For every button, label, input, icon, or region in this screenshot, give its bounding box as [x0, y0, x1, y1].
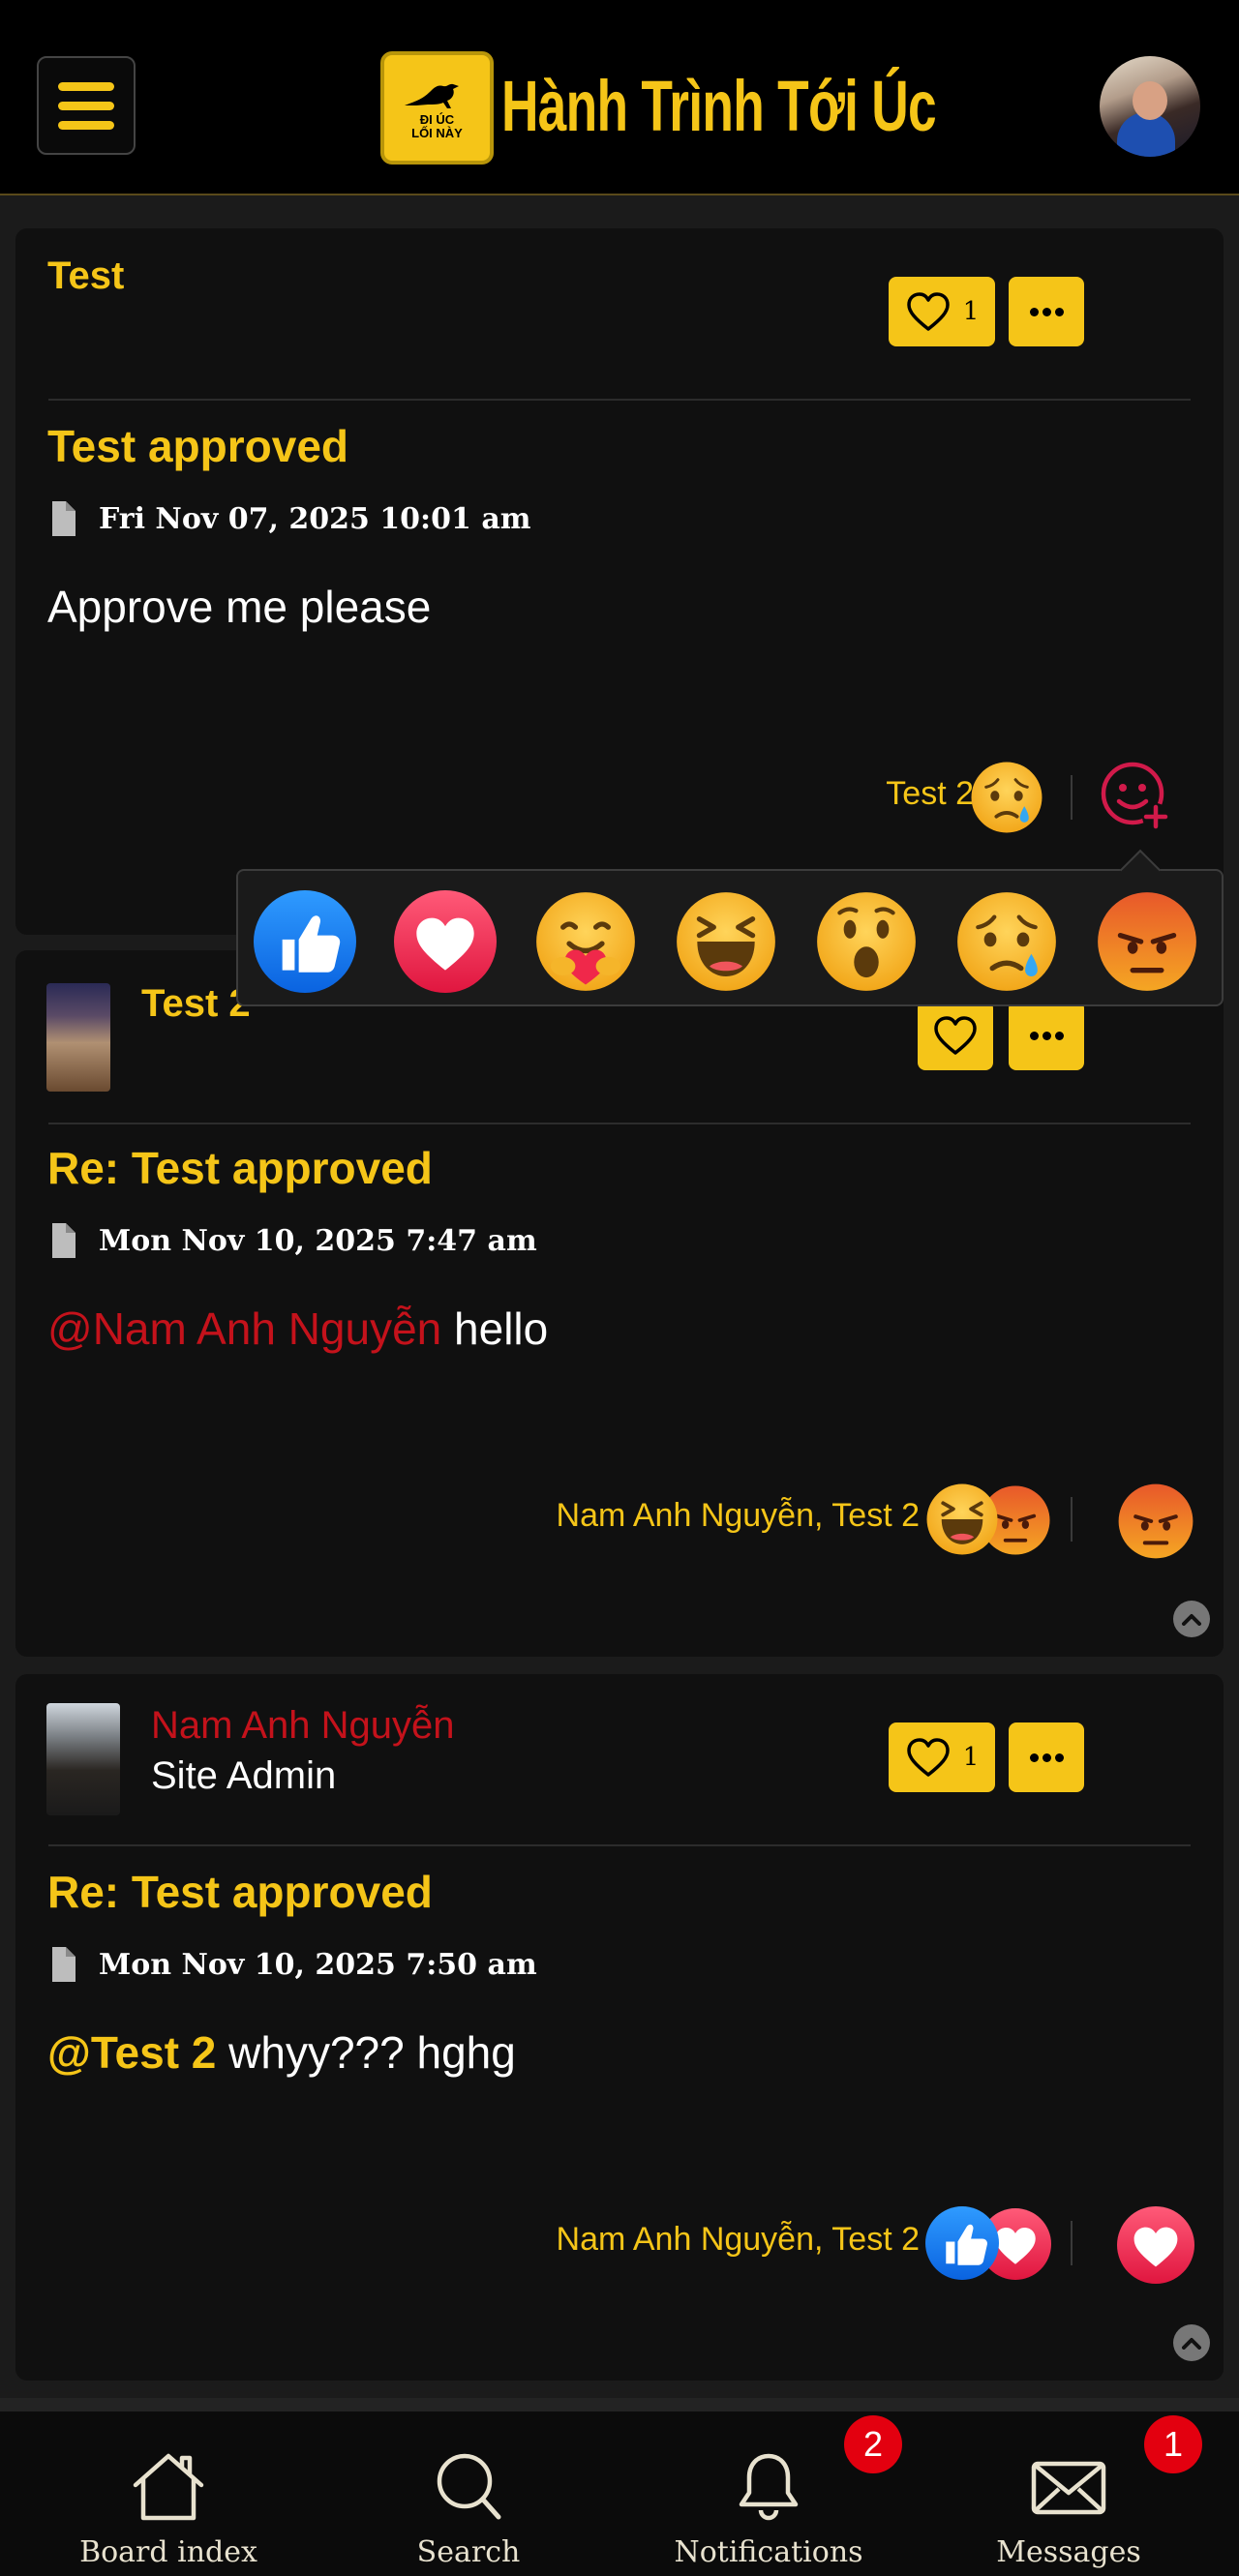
search-icon — [437, 2453, 501, 2520]
reaction-separator — [1071, 1497, 1073, 1542]
post-body-text: whyy??? hghg — [216, 2027, 516, 2078]
like-reaction-icon — [925, 2206, 999, 2280]
post-author[interactable]: Test 2 — [141, 981, 251, 1026]
menu-bar-icon — [58, 101, 114, 110]
like-count: 1 — [962, 297, 980, 326]
nav-board-index[interactable]: Board index — [14, 2411, 323, 2576]
heart-outline-icon — [906, 292, 950, 331]
post: Test 1 Test approved Fri Nov 07, 2025 10… — [15, 228, 1224, 935]
post: Test 2 Re: Test approved Mon Nov 10, 202… — [15, 950, 1224, 1657]
sad-reaction-icon — [970, 761, 1043, 834]
post-author[interactable]: Test — [47, 254, 124, 298]
back-to-top-button[interactable] — [1173, 2324, 1210, 2361]
heart-outline-icon — [934, 1016, 977, 1055]
post-title[interactable]: Test approved — [47, 420, 348, 472]
author-avatar[interactable] — [46, 983, 110, 1092]
post-date-text: Mon Nov 10, 2025 7:50 am — [99, 1947, 537, 1982]
document-icon — [52, 1223, 76, 1258]
post-divider — [48, 399, 1191, 401]
message-count-badge: 1 — [1144, 2415, 1202, 2473]
notification-count-badge: 2 — [844, 2415, 902, 2473]
reactors-list[interactable]: Test 2 — [577, 774, 974, 813]
post-date-text: Mon Nov 10, 2025 7:47 am — [99, 1223, 537, 1258]
sad-reaction-option-icon[interactable] — [955, 890, 1058, 993]
nav-label: Board index — [79, 2535, 257, 2569]
reaction-picker — [236, 849, 1224, 1006]
more-options-button[interactable] — [1009, 1722, 1084, 1792]
my-angry-reaction-icon[interactable] — [1117, 1483, 1194, 1560]
haha-reaction-icon — [925, 1483, 999, 1556]
bottom-navigation: Board index Search Notifications 2 Messa… — [0, 2398, 1239, 2576]
like-button[interactable] — [918, 1001, 993, 1070]
nav-search[interactable]: Search — [314, 2411, 623, 2576]
post-author[interactable]: Nam Anh Nguyễn — [151, 1703, 455, 1748]
kangaroo-icon — [404, 83, 459, 108]
back-to-top-button[interactable] — [1173, 1601, 1210, 1637]
reaction-separator — [1071, 2221, 1073, 2265]
post-date-text: Fri Nov 07, 2025 10:01 am — [99, 501, 531, 536]
nav-notifications[interactable]: Notifications 2 — [614, 2411, 923, 2576]
post-body: @Test 2 whyy??? hghg — [47, 2026, 516, 2079]
site-header: ĐI ÚC LỐI NÀY Hành Trình Tới Úc — [0, 0, 1239, 195]
post-body-text: hello — [441, 1303, 549, 1354]
bell-icon — [739, 2453, 799, 2521]
envelope-icon — [1031, 2461, 1106, 2515]
document-icon — [52, 1947, 76, 1982]
user-avatar[interactable] — [1100, 56, 1200, 157]
logo-badge-line2: LỐI NÀY — [411, 125, 463, 140]
post-divider — [48, 1844, 1191, 1846]
post-body: @Nam Anh Nguyễn hello — [47, 1303, 548, 1355]
post-divider — [48, 1123, 1191, 1124]
care-reaction-option-icon[interactable] — [534, 890, 637, 993]
wow-reaction-option-icon[interactable] — [815, 890, 918, 993]
user-mention[interactable]: @Nam Anh Nguyễn — [47, 1303, 441, 1354]
nav-label: Notifications — [674, 2535, 863, 2569]
menu-bar-icon — [58, 81, 114, 91]
post-date: Fri Nov 07, 2025 10:01 am — [50, 499, 531, 538]
post-date: Mon Nov 10, 2025 7:47 am — [50, 1221, 537, 1260]
nav-messages[interactable]: Messages 1 — [914, 2411, 1224, 2576]
nav-label: Search — [416, 2535, 521, 2569]
reaction-separator — [1071, 775, 1073, 820]
document-icon — [52, 501, 76, 536]
home-icon — [133, 2453, 204, 2521]
user-mention[interactable]: @Test 2 — [47, 2027, 216, 2078]
more-options-button[interactable] — [1009, 1001, 1084, 1070]
author-rank: Site Admin — [151, 1754, 337, 1797]
like-count: 1 — [962, 1743, 980, 1772]
post-title[interactable]: Re: Test approved — [47, 1142, 433, 1194]
post: Nam Anh Nguyễn Site Admin 1 Re: Test app… — [15, 1674, 1224, 2381]
like-button[interactable]: 1 — [889, 277, 995, 346]
my-love-reaction-icon[interactable] — [1117, 2206, 1194, 2284]
site-title[interactable]: Hành Trình Tới Úc — [501, 62, 937, 151]
nav-label: Messages — [996, 2535, 1141, 2569]
like-button[interactable]: 1 — [889, 1722, 995, 1792]
chevron-up-icon — [1182, 1614, 1201, 1626]
post-date: Mon Nov 10, 2025 7:50 am — [50, 1945, 537, 1984]
reactors-list[interactable]: Nam Anh Nguyễn, Test 2 — [422, 1496, 920, 1535]
more-options-button[interactable] — [1009, 277, 1084, 346]
heart-outline-icon — [906, 1738, 950, 1777]
angry-reaction-option-icon[interactable] — [1096, 890, 1198, 993]
site-logo[interactable]: ĐI ÚC LỐI NÀY — [380, 51, 494, 165]
post-body: Approve me please — [47, 582, 432, 632]
hamburger-menu-button[interactable] — [37, 56, 136, 155]
post-title[interactable]: Re: Test approved — [47, 1866, 433, 1918]
haha-reaction-option-icon[interactable] — [675, 890, 777, 993]
menu-bar-icon — [58, 120, 114, 130]
add-reaction-icon[interactable] — [1098, 759, 1175, 836]
love-reaction-option-icon[interactable] — [394, 890, 497, 993]
reactors-list[interactable]: Nam Anh Nguyễn, Test 2 — [422, 2220, 920, 2259]
logo-badge-line1: ĐI ÚC — [419, 111, 455, 127]
author-avatar[interactable] — [46, 1703, 120, 1815]
like-reaction-option-icon[interactable] — [254, 890, 356, 993]
chevron-up-icon — [1182, 2338, 1201, 2350]
